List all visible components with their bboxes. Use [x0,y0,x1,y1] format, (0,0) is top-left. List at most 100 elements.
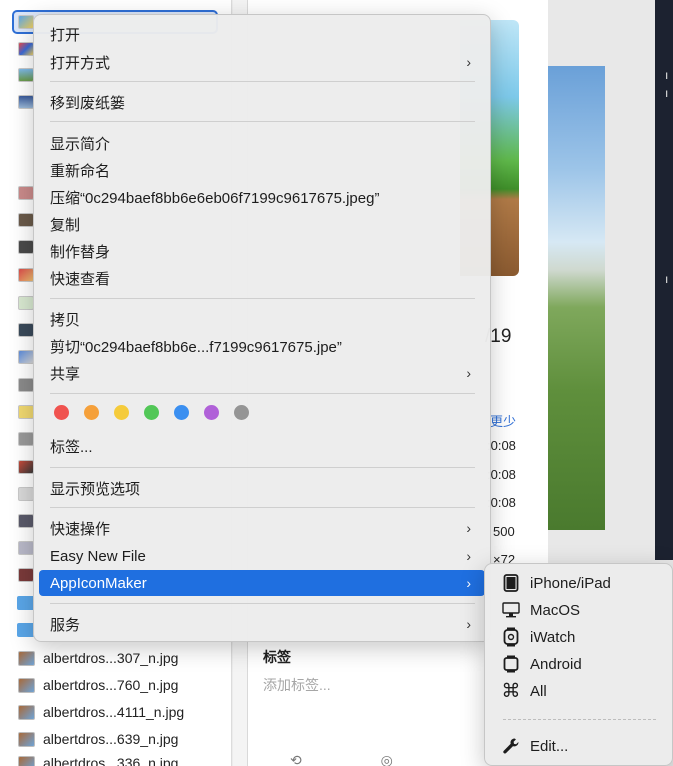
file-name: albertdros...307_n.jpg [43,650,179,666]
menu-item-easy-new-file[interactable]: Easy New File › [39,543,485,569]
menu-item-label: 快速查看 [50,270,111,288]
tag-green-dot[interactable] [144,405,159,420]
menu-item-label: Easy New File [50,547,146,565]
menu-item-cut[interactable]: 剪切“0c294baef8bb6e...f7199c9617675.jpe” [39,333,485,359]
chevron-right-icon: › [466,520,471,536]
menu-item-copy[interactable]: 拷贝 [39,306,485,332]
image-file-icon [18,731,35,747]
file-thumbnail[interactable] [18,15,34,29]
tag-gray-dot[interactable] [234,405,249,420]
list-item[interactable]: albertdros...336_n.jpg [18,752,178,766]
file-thumbnail[interactable] [18,487,34,501]
file-thumbnail[interactable] [18,268,34,282]
menu-item-preview-options[interactable]: 显示预览选项 [39,475,485,501]
menu-item-label: 移到废纸篓 [50,94,126,112]
menu-item-get-info[interactable]: 显示简介 [39,130,485,156]
submenu-item-all[interactable]: ⌘ All [491,678,669,704]
file-thumbnail[interactable] [18,350,34,364]
menu-item-rename[interactable]: 重新命名 [39,157,485,183]
edge-glyph: ı [665,68,669,82]
submenu-item-label: All [530,682,547,700]
tag-orange-dot[interactable] [84,405,99,420]
tag-yellow-dot[interactable] [114,405,129,420]
submenu-item-iwatch[interactable]: iWatch [491,624,669,650]
submenu-item-iphone-ipad[interactable]: iPhone/iPad [491,570,669,596]
iphone-icon [501,573,521,593]
menu-item-appiconmaker[interactable]: AppIconMaker › [39,570,485,596]
tag-red-dot[interactable] [54,405,69,420]
menu-item-label: 重新命名 [50,162,111,180]
chevron-right-icon: › [466,365,471,381]
submenu-item-label: iPhone/iPad [530,574,611,592]
menu-item-label: 复制 [50,216,81,234]
image-file-icon [18,677,35,693]
file-thumbnail[interactable] [18,432,34,446]
menu-item-services[interactable]: 服务 › [39,611,485,637]
context-menu: 打开 打开方式 › 移到废纸篓 显示简介 重新命名 压缩“0c294baef8b… [33,14,491,642]
file-thumbnail[interactable] [18,296,34,310]
file-name: albertdros...639_n.jpg [43,731,179,747]
list-item[interactable]: albertdros...639_n.jpg [18,728,178,750]
image-file-icon [18,755,35,766]
submenu-item-macos[interactable]: MacOS [491,597,669,623]
show-less-link[interactable]: 更少 [490,411,516,430]
tag-blue-dot[interactable] [174,405,189,420]
file-thumbnail[interactable] [18,460,34,474]
file-thumbnail[interactable] [18,541,34,555]
file-thumbnail[interactable] [18,240,34,254]
file-thumbnail[interactable] [18,378,34,392]
menu-item-share[interactable]: 共享 › [39,360,485,386]
appiconmaker-submenu: iPhone/iPad MacOS iWatch Android ⌘ All E… [484,563,673,766]
markup-icon[interactable]: ◎ [381,752,393,766]
file-thumbnail[interactable] [18,568,34,582]
menu-item-quick-actions[interactable]: 快速操作 › [39,515,485,541]
edge-glyph: ı [665,272,669,286]
submenu-item-label: Edit... [530,737,569,755]
file-thumbnail[interactable] [18,95,34,109]
menu-item-make-alias[interactable]: 制作替身 [39,238,485,264]
image-file-icon [18,650,35,666]
list-item[interactable]: albertdros...760_n.jpg [18,674,178,696]
tags-input[interactable]: 添加标签... [263,675,331,695]
file-thumbnail[interactable] [18,213,34,227]
file-thumbnail[interactable] [18,323,34,337]
rotate-icon[interactable]: ⟲ [290,752,302,766]
menu-item-label: 快速操作 [50,520,111,538]
menu-item-label: 标签... [50,438,93,456]
menu-item-label: 打开 [50,26,81,44]
metadata-value: :0:08 [487,495,516,510]
menu-item-tags[interactable]: 标签... [39,433,485,459]
file-thumbnail[interactable] [18,514,34,528]
file-name: albertdros...760_n.jpg [43,677,179,693]
menu-item-trash[interactable]: 移到废纸篓 [39,89,485,115]
submenu-item-label: Android [530,655,582,673]
menu-item-duplicate[interactable]: 复制 [39,211,485,237]
metadata-value: 500 [493,524,515,539]
image-file-icon [18,704,35,720]
command-icon: ⌘ [501,680,521,702]
submenu-item-android[interactable]: Android [491,651,669,677]
file-thumbnail[interactable] [18,405,34,419]
action-icons: ⟲ ◎ [290,752,393,766]
menu-item-label: 拷贝 [50,311,81,329]
file-thumbnail[interactable] [18,68,34,82]
submenu-item-edit[interactable]: Edit... [491,733,669,759]
menu-item-open[interactable]: 打开 [39,21,485,47]
background-image [548,66,605,530]
edge-glyph: ı [665,86,669,100]
list-item[interactable]: albertdros...4111_n.jpg [18,701,184,723]
list-item[interactable]: albertdros...307_n.jpg [18,647,178,669]
menu-item-label: 制作替身 [50,243,111,261]
tag-purple-dot[interactable] [204,405,219,420]
menu-item-label: 压缩“0c294baef8bb6e6eb06f7199c9617675.jpeg… [50,189,380,207]
background-dark-window: ı ı ı [655,0,673,560]
menu-item-label: AppIconMaker [50,574,147,592]
menu-item-quick-look[interactable]: 快速查看 [39,265,485,291]
menu-item-open-with[interactable]: 打开方式 › [39,49,485,75]
file-name: albertdros...4111_n.jpg [43,704,185,720]
file-thumbnail[interactable] [18,186,34,200]
menu-item-compress[interactable]: 压缩“0c294baef8bb6e6eb06f7199c9617675.jpeg… [39,184,485,210]
menu-separator [50,121,475,122]
file-thumbnail[interactable] [18,42,34,56]
menu-separator [50,81,475,82]
